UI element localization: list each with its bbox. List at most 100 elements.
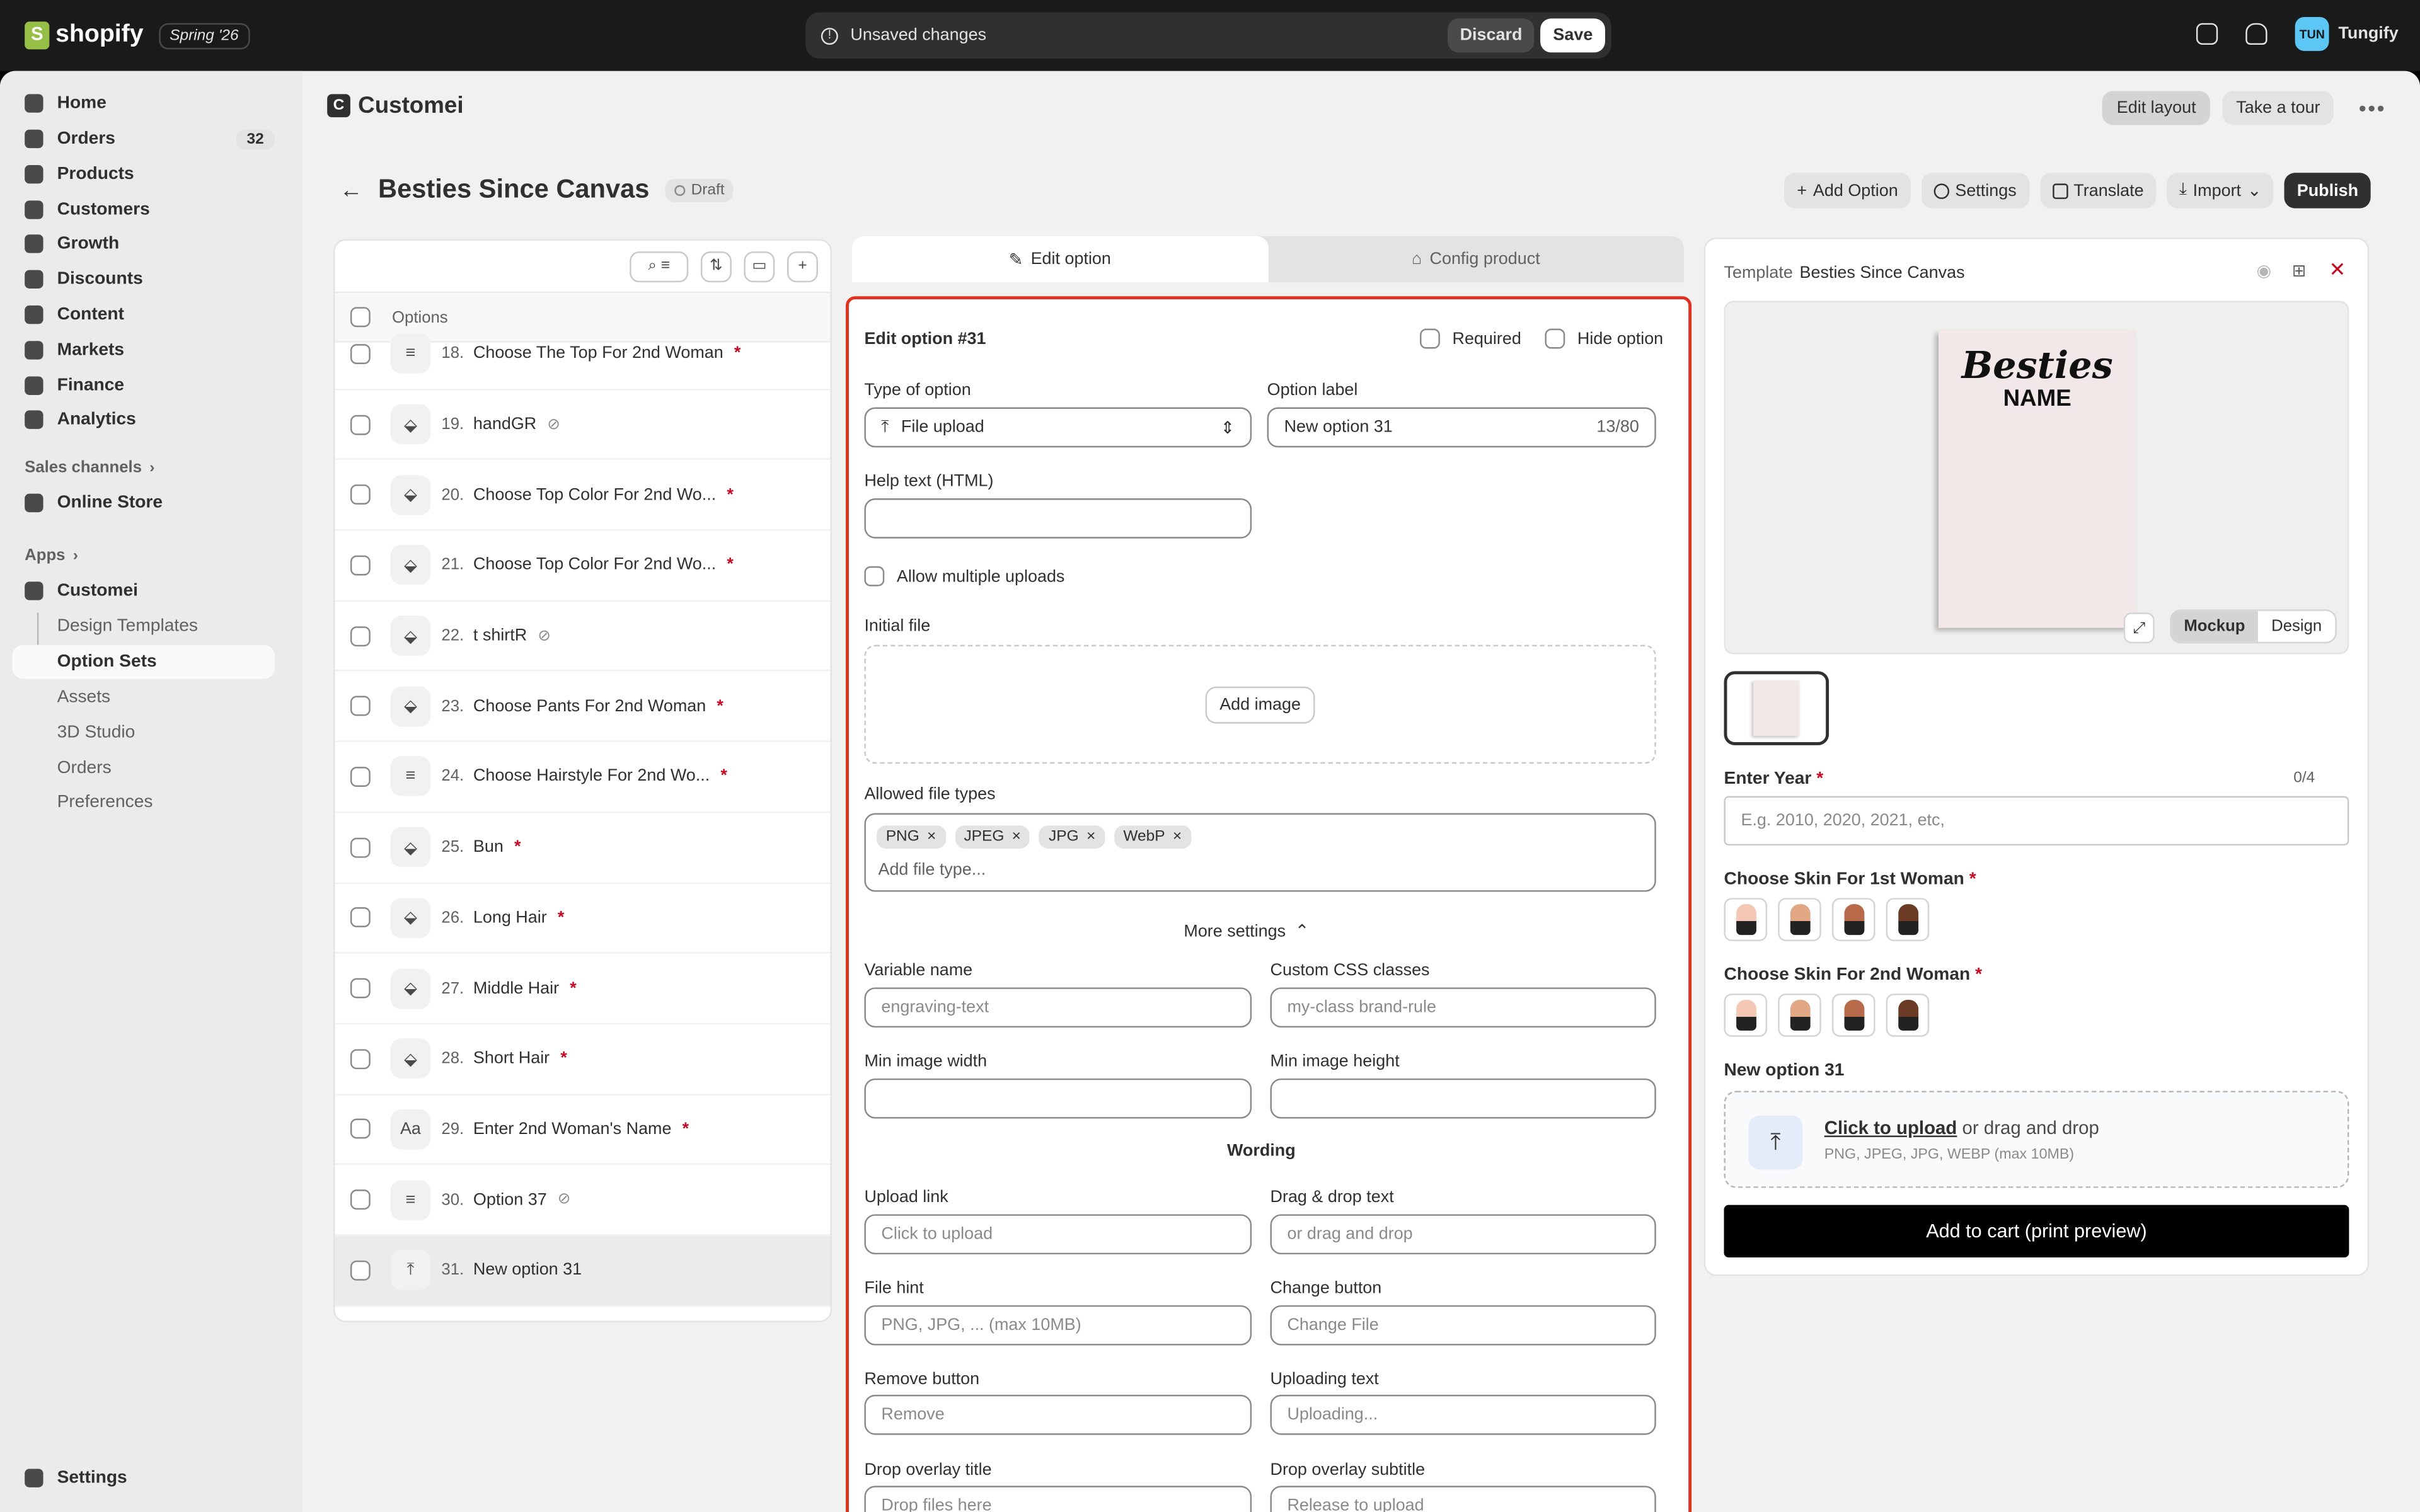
table-row[interactable]: ⬙ 23. Choose Pants For 2nd Woman * [335, 672, 831, 743]
sidebar-item-growth[interactable]: Growth [13, 227, 275, 261]
upload-link-input[interactable]: Click to upload [864, 1214, 1252, 1255]
sidebar-item-analytics[interactable]: Analytics [13, 403, 275, 437]
allow-multiple-checkbox[interactable] [864, 566, 885, 587]
table-row[interactable]: ⬙ 21. Choose Top Color For 2nd Wo... * [335, 531, 831, 602]
bell-icon[interactable] [2245, 23, 2267, 45]
apps-heading[interactable]: Apps › [13, 539, 275, 573]
table-row[interactable]: ⬙ 26. Long Hair * [335, 883, 831, 954]
sidebar-item-content[interactable]: Content [13, 298, 275, 332]
row-checkbox[interactable] [350, 767, 371, 787]
sidebar-item-orders[interactable]: Orders 32 [13, 122, 275, 156]
required-checkbox[interactable] [1420, 328, 1440, 349]
file-upload-dropzone[interactable]: ⤒ Click to upload or drag and drop PNG, … [1724, 1091, 2349, 1188]
row-checkbox[interactable] [350, 907, 371, 928]
remove-button-input[interactable]: Remove [864, 1394, 1252, 1435]
skin-swatch[interactable] [1724, 898, 1768, 941]
required-toggle[interactable]: Required [1420, 328, 1521, 349]
row-checkbox[interactable] [350, 414, 371, 435]
variable-name-input[interactable]: engraving-text [864, 987, 1252, 1028]
tab-config-product[interactable]: ⌂ Config product [1268, 236, 1684, 282]
uploading-text-input[interactable]: Uploading... [1270, 1394, 1656, 1435]
skin-swatch[interactable] [1886, 898, 1930, 941]
row-checkbox[interactable] [350, 626, 371, 646]
sidebar-item-app-orders[interactable]: Orders [13, 752, 275, 786]
more-actions-icon[interactable]: ••• [2359, 96, 2386, 120]
drop-overlay-subtitle-input[interactable]: Release to upload [1270, 1486, 1656, 1512]
row-checkbox[interactable] [350, 484, 371, 505]
drop-overlay-title-input[interactable]: Drop files here [864, 1486, 1252, 1512]
min-height-input[interactable] [1270, 1078, 1656, 1119]
drag-drop-input[interactable]: or drag and drop [1270, 1214, 1656, 1255]
remove-chip-icon[interactable]: × [1173, 828, 1182, 845]
sidebar-item-home[interactable]: Home [13, 86, 275, 120]
discard-button[interactable]: Discard [1448, 18, 1535, 53]
option-label-input[interactable]: New option 31 13/80 [1267, 407, 1656, 448]
row-checkbox[interactable] [350, 1119, 371, 1140]
click-to-upload-link[interactable]: Click to upload [1824, 1117, 1957, 1138]
table-row[interactable]: ⬙ 27. Middle Hair * [335, 954, 831, 1024]
store-menu[interactable]: TUN Tungify [2295, 16, 2399, 51]
skin-swatch[interactable] [1886, 994, 1930, 1037]
search-filter-button[interactable]: ⌕ ≡ [630, 250, 689, 282]
publish-button[interactable]: Publish [2285, 173, 2371, 209]
sidebar-item-products[interactable]: Products [13, 158, 275, 192]
sidebar-item-markets[interactable]: Markets [13, 333, 275, 367]
skin-swatch[interactable] [1778, 898, 1821, 941]
design-toggle[interactable]: Design [2257, 611, 2336, 642]
mockup-thumbnail[interactable] [1724, 671, 1829, 745]
row-checkbox[interactable] [350, 978, 371, 999]
sidebar-item-discounts[interactable]: Discounts [13, 262, 275, 296]
min-width-input[interactable] [864, 1078, 1252, 1119]
row-checkbox[interactable] [350, 343, 371, 364]
table-row[interactable]: ⬙ 22. t shirtR ⊘ [335, 601, 831, 672]
more-settings-toggle[interactable]: More settings ⌃ [1184, 921, 1309, 941]
table-row[interactable]: ⬙ 25. Bun * [335, 813, 831, 884]
row-checkbox[interactable] [350, 555, 371, 576]
sort-icon[interactable]: ⇅ [700, 250, 732, 282]
table-row[interactable]: ≡ 30. Option 37 ⊘ [335, 1166, 831, 1236]
sidekick-icon[interactable] [2196, 23, 2218, 45]
import-button[interactable]: ⤓ Import ⌄ [2167, 173, 2274, 209]
table-row[interactable]: ≡ 18. Choose The Top For 2nd Woman * [335, 319, 831, 390]
edit-layout-button[interactable]: Edit layout [2102, 91, 2210, 125]
row-checkbox[interactable] [350, 837, 371, 857]
custom-css-input[interactable]: my-class brand-rule [1270, 987, 1656, 1028]
table-row[interactable]: ⬙ 19. handGR ⊘ [335, 390, 831, 461]
sidebar-item-preferences[interactable]: Preferences [13, 786, 275, 820]
close-icon[interactable]: ✕ [2329, 258, 2346, 282]
table-row[interactable]: ⬙ 20. Choose Top Color For 2nd Wo... * [335, 461, 831, 531]
add-file-type-placeholder[interactable]: Add file type... [878, 861, 986, 879]
sidebar-item-assets[interactable]: Assets [13, 680, 275, 714]
sidebar-item-option-sets[interactable]: Option Sets [12, 644, 275, 679]
type-of-option-select[interactable]: ⤒ File upload ⇕ [864, 407, 1252, 448]
add-to-cart-button[interactable]: Add to cart (print preview) [1724, 1205, 2349, 1257]
skin-swatch[interactable] [1831, 994, 1876, 1037]
table-row[interactable]: ⤒ 31. New option 31 [335, 1235, 831, 1307]
initial-file-dropzone[interactable]: Add image [864, 644, 1656, 764]
qr-icon[interactable]: ⊞ [2292, 261, 2307, 280]
take-tour-button[interactable]: Take a tour [2222, 91, 2334, 125]
allowed-file-types-input[interactable]: PNG × JPEG × JPG × WebP × Add file type... [864, 813, 1656, 892]
sidebar-item-3d-studio[interactable]: 3D Studio [13, 716, 275, 750]
hide-option-toggle[interactable]: Hide option [1545, 328, 1663, 349]
sidebar-item-customers[interactable]: Customers [13, 193, 275, 227]
skin-swatch[interactable] [1831, 898, 1876, 941]
expand-icon[interactable]: ⤢ [2123, 612, 2155, 644]
sales-channels-heading[interactable]: Sales channels › [13, 450, 275, 484]
hide-option-checkbox[interactable] [1545, 328, 1565, 349]
row-checkbox[interactable] [350, 1189, 371, 1210]
add-option-button[interactable]: + Add Option [1784, 173, 1911, 209]
help-text-input[interactable] [864, 498, 1252, 539]
enter-year-input[interactable]: E.g. 2010, 2020, 2021, etc, [1724, 796, 2349, 846]
remove-chip-icon[interactable]: × [1086, 828, 1095, 845]
add-image-button[interactable]: Add image [1206, 685, 1315, 723]
tab-edit-option[interactable]: ✎ Edit option [851, 236, 1268, 283]
skin-swatch[interactable] [1724, 994, 1768, 1037]
allow-multiple-toggle[interactable]: Allow multiple uploads [864, 566, 1064, 587]
folder-add-icon[interactable]: ▭ [744, 250, 775, 282]
back-arrow-icon[interactable]: ← [340, 176, 363, 203]
sidebar-item-customei[interactable]: Customei [13, 574, 275, 608]
table-row[interactable]: ⬙ 28. Short Hair * [335, 1024, 831, 1095]
sidebar-item-finance[interactable]: Finance [13, 369, 275, 403]
mockup-toggle[interactable]: Mockup [2171, 610, 2258, 642]
